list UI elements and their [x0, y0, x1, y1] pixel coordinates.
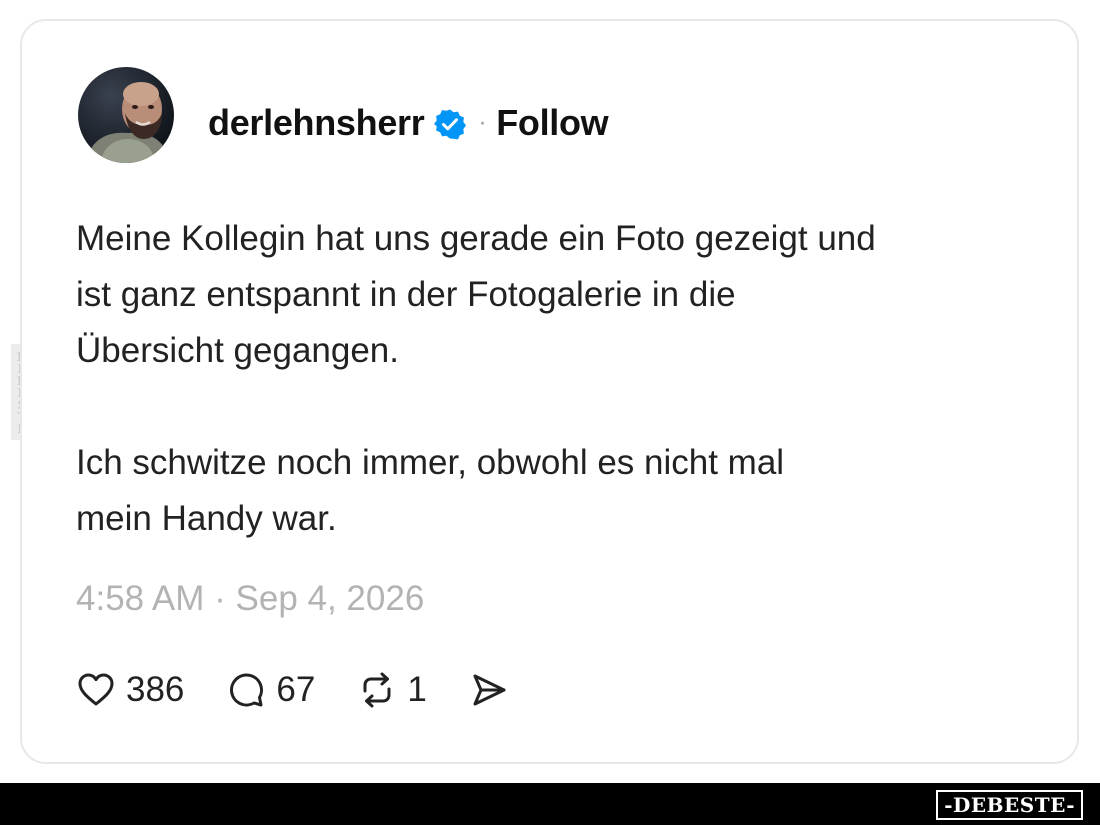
- repost-icon: [363, 672, 391, 708]
- separator-dot: ·: [478, 109, 487, 136]
- repost-button[interactable]: 1: [357, 670, 427, 710]
- comment-icon: [230, 673, 264, 707]
- verified-badge-icon: [434, 107, 467, 140]
- footer-bar: -DEBESTE-: [0, 783, 1100, 825]
- username[interactable]: derlehnsherr: [208, 102, 425, 144]
- page: DEBESTE derl: [0, 0, 1100, 825]
- avatar[interactable]: [78, 67, 174, 163]
- action-bar: 386 67 1: [76, 666, 551, 714]
- post-card: derlehnsherr · Follow Meine Kollegin hat…: [20, 19, 1079, 764]
- post-text: Meine Kollegin hat uns gerade ein Foto g…: [76, 219, 876, 538]
- repost-count: 1: [407, 670, 427, 709]
- like-button[interactable]: 386: [76, 670, 184, 710]
- share-button[interactable]: [469, 670, 509, 710]
- like-count: 386: [126, 670, 185, 709]
- send-icon: [473, 674, 506, 706]
- follow-button[interactable]: Follow: [496, 102, 608, 144]
- reply-count: 67: [276, 670, 316, 709]
- post-header: derlehnsherr · Follow: [208, 101, 609, 145]
- heart-icon: [78, 673, 114, 706]
- post-timestamp[interactable]: 4:58 AM · Sep 4, 2026: [76, 579, 424, 619]
- reply-button[interactable]: 67: [226, 670, 315, 710]
- debeste-logo: -DEBESTE-: [936, 790, 1083, 820]
